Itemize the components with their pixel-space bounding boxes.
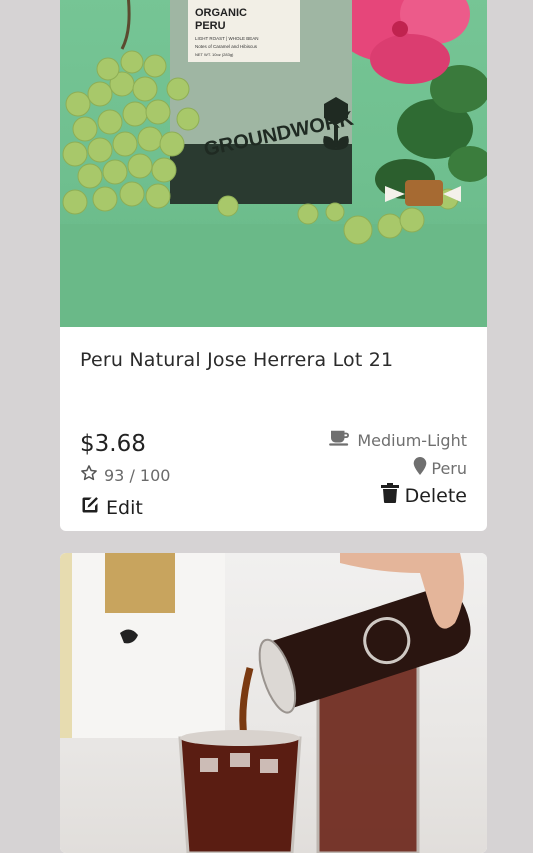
svg-text:Notes of Caramel and Hibiscus: Notes of Caramel and Hibiscus (195, 44, 258, 49)
delete-button[interactable]: Delete (380, 483, 467, 508)
roast-label: Medium-Light (357, 430, 467, 450)
svg-text:LIGHT ROAST | WHOLE BEAN: LIGHT ROAST | WHOLE BEAN (195, 36, 259, 41)
edit-icon (80, 495, 100, 520)
product-card[interactable] (60, 553, 487, 853)
roast-level: Medium-Light (329, 429, 467, 451)
product-price: $3.68 (80, 431, 146, 457)
edit-label: Edit (106, 496, 143, 519)
origin: Peru (413, 457, 467, 479)
product-image (60, 553, 487, 853)
product-image: ORGANIC PERU LIGHT ROAST | WHOLE BEAN No… (60, 0, 487, 327)
svg-text:NET WT. 10oz (283g): NET WT. 10oz (283g) (195, 52, 234, 57)
edit-button[interactable]: Edit (80, 495, 143, 520)
trash-icon (380, 483, 399, 508)
product-title[interactable]: Peru Natural Jose Herrera Lot 21 (80, 349, 470, 371)
rating-value: 93 / 100 (104, 465, 171, 485)
coffee-cup-icon (329, 429, 351, 451)
star-outline-icon (80, 464, 98, 486)
map-marker-icon (413, 457, 427, 479)
product-card[interactable]: ORGANIC PERU LIGHT ROAST | WHOLE BEAN No… (60, 0, 487, 531)
product-rating: 93 / 100 (80, 464, 170, 486)
svg-text:ORGANIC: ORGANIC (195, 7, 247, 19)
svg-text:PERU: PERU (195, 20, 226, 32)
origin-label: Peru (431, 458, 467, 478)
delete-label: Delete (404, 484, 467, 507)
